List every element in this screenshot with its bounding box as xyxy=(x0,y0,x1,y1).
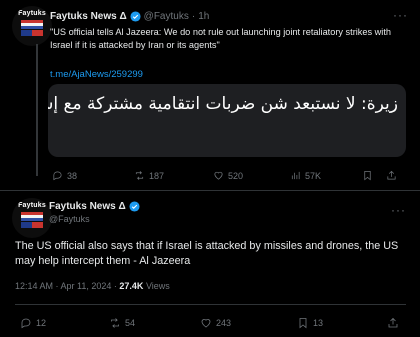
like-count: 520 xyxy=(228,170,244,181)
tweet-text: "US official tells Al Jazeera: We do not… xyxy=(50,27,391,50)
like-button[interactable]: 520 xyxy=(213,170,243,181)
like-count: 243 xyxy=(216,318,232,328)
reply-count: 38 xyxy=(67,170,78,181)
tweet-header: Faytuks News Δ xyxy=(49,201,143,212)
views-count: 27.4K xyxy=(119,281,144,291)
views-label: Views xyxy=(143,281,170,291)
author-name[interactable]: Faytuks News Δ xyxy=(50,11,127,22)
like-button[interactable]: 243 xyxy=(200,317,231,329)
views-count: 57K xyxy=(305,170,322,181)
share-icon xyxy=(387,170,396,180)
flag-icon-lower xyxy=(21,30,43,36)
repost-button[interactable]: 54 xyxy=(109,317,135,329)
author-name[interactable]: Faytuks News Δ xyxy=(49,201,126,212)
more-options-icon[interactable]: ··· xyxy=(391,203,406,217)
media-card[interactable]: زيرة: لا نستبعد شن ضربات انتقامية مشتركة… xyxy=(48,84,406,157)
tweet-meta: 12:14 AM · Apr 11, 2024 · 27.4K Views xyxy=(15,281,170,291)
flag-icon xyxy=(21,212,43,221)
avatar[interactable]: Faytuks xyxy=(12,6,52,46)
more-options-icon[interactable]: ··· xyxy=(393,8,408,22)
tweet-timestamp[interactable]: 12:14 AM · Apr 11, 2024 · xyxy=(15,281,119,291)
share-button[interactable] xyxy=(387,317,399,329)
author-handle[interactable]: @Faytuks xyxy=(49,214,90,224)
tweet-actions: 38 187 520 57K xyxy=(48,170,408,184)
avatar-text: Faytuks xyxy=(18,202,46,209)
heart-icon xyxy=(201,319,211,328)
flag-icon-lower xyxy=(21,222,43,228)
bookmark-icon xyxy=(364,171,371,181)
author-handle[interactable]: @Faytuks xyxy=(144,11,189,22)
bookmark-button[interactable]: 13 xyxy=(297,317,323,329)
repost-icon xyxy=(111,318,119,328)
tweet-actions: 12 54 243 13 xyxy=(15,317,410,331)
tweet-time[interactable]: 1h xyxy=(198,11,209,22)
bookmark-count: 13 xyxy=(313,318,324,328)
bookmark-icon xyxy=(299,318,307,329)
views-button[interactable]: 57K xyxy=(290,170,321,181)
separator: · xyxy=(191,11,196,22)
reply-icon xyxy=(21,318,31,329)
bookmark-button[interactable] xyxy=(362,170,373,181)
repost-count: 187 xyxy=(149,170,165,181)
repost-count: 54 xyxy=(125,318,136,328)
thread-line xyxy=(36,44,38,176)
card-arabic-text: زيرة: لا نستبعد شن ضربات انتقامية مشتركة… xyxy=(48,94,398,114)
repost-button[interactable]: 187 xyxy=(134,170,164,181)
reply-icon xyxy=(53,171,62,181)
tweet-text: The US official also says that if Israel… xyxy=(15,240,399,267)
verified-badge-icon xyxy=(130,11,141,22)
share-button[interactable] xyxy=(386,170,397,181)
reply-button[interactable]: 38 xyxy=(52,170,77,181)
reply-count: 12 xyxy=(36,318,47,328)
tweet-link[interactable]: t.me/AjaNews/259299 xyxy=(50,69,143,80)
avatar-text: Faytuks xyxy=(18,10,46,17)
flag-icon xyxy=(21,20,43,29)
reply-button[interactable]: 12 xyxy=(20,317,46,329)
repost-icon xyxy=(135,171,144,180)
views-icon xyxy=(291,171,300,180)
divider xyxy=(15,304,406,305)
tweet-header: Faytuks News Δ @Faytuks · 1h xyxy=(50,11,209,22)
divider xyxy=(0,190,420,191)
share-icon xyxy=(388,317,398,328)
heart-icon xyxy=(214,171,223,180)
verified-badge-icon xyxy=(129,201,140,212)
avatar[interactable]: Faytuks xyxy=(12,198,52,238)
